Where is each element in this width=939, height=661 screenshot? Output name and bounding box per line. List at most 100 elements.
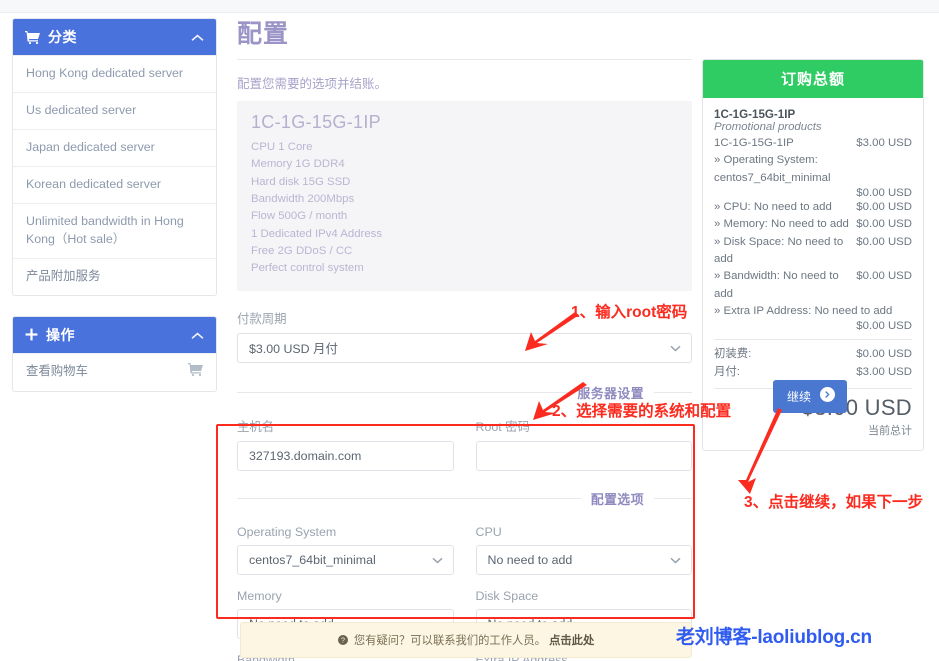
summary-line-label: » Memory: No need to add [714, 216, 855, 233]
cpu-value: No need to add [488, 553, 573, 567]
summary-line-amount: $0.00 USD [856, 216, 912, 233]
order-summary-header: 订购总额 [703, 60, 923, 98]
page-title: 配置 [237, 14, 692, 60]
cpu-label: CPU [476, 525, 693, 539]
product-spec-memory: Memory 1G DDR4 [251, 156, 678, 173]
divider-line-right [654, 498, 692, 499]
root-password-group: Root 密码 [476, 417, 693, 471]
summary-line-memory: » Memory: No need to add $0.00 USD [714, 216, 912, 233]
categories-panel-header[interactable]: 分类 [13, 19, 216, 55]
sidebar-item-view-cart[interactable]: 查看购物车 [13, 353, 216, 391]
product-spec-cpu: CPU 1 Core [251, 139, 678, 156]
support-footnote-link[interactable]: 点击此处 [549, 635, 594, 647]
chevron-up-icon[interactable] [191, 29, 204, 45]
summary-line-bandwidth: » Bandwidth: No need to add $0.00 USD [714, 268, 912, 303]
config-options-divider: 配置选项 [237, 491, 692, 507]
config-row-1: Operating System centos7_64bit_minimal C… [237, 525, 692, 575]
config-options-divider-label: 配置选项 [581, 489, 654, 508]
chevron-up-icon[interactable] [191, 327, 204, 343]
continue-button[interactable]: 继续 [773, 380, 847, 413]
operating-system-select[interactable]: centos7_64bit_minimal [237, 545, 454, 575]
summary-setup-fee-row: 初装费: $0.00 USD [714, 346, 912, 363]
sidebar-item-hk[interactable]: Hong Kong dedicated server [13, 55, 216, 92]
cpu-select[interactable]: No need to add [476, 545, 693, 575]
product-spec-control: Perfect control system [251, 260, 678, 277]
summary-line-label: » Bandwidth: No need to add [714, 268, 856, 303]
support-footnote-text: 您有疑问？可以联系我们的工作人员。 [354, 635, 546, 647]
summary-line-amount: $3.00 USD [856, 135, 912, 152]
arrow-right-circle-icon [820, 387, 835, 405]
sidebar-item-korean[interactable]: Korean dedicated server [13, 166, 216, 203]
summary-line-os: » Operating System: centos7_64bit_minima… [714, 152, 912, 199]
sidebar-item-unlimited-hk[interactable]: Unlimited bandwidth in Hong Kong（Hot sal… [13, 203, 216, 258]
summary-line-label: » Operating System: centos7_64bit_minima… [714, 152, 912, 187]
actions-panel-header[interactable]: 操作 [13, 317, 216, 353]
summary-line-cpu: » CPU: No need to add $0.00 USD [714, 199, 912, 216]
divider-line-left [237, 392, 568, 393]
product-spec-ddos: Free 2G DDoS / CC [251, 243, 678, 260]
summary-divider-1 [714, 339, 912, 340]
summary-line-base: 1C-1G-15G-1IP $3.00 USD [714, 135, 912, 152]
product-spec-disk: Hard disk 15G SSD [251, 174, 678, 191]
summary-line-extra-ip: » Extra IP Address: No need to add $0.00… [714, 303, 912, 332]
sidebar-item-japan[interactable]: Japan dedicated server [13, 129, 216, 166]
chevron-down-icon [670, 341, 681, 355]
server-settings-fields: 主机名 327193.domain.com Root 密码 [237, 417, 692, 471]
sidebar-item-us[interactable]: Us dedicated server [13, 92, 216, 129]
annotation-step-2: 2、选择需要的系统和配置 [552, 399, 731, 421]
summary-total-caption: 当前总计 [714, 422, 912, 438]
main-content: 配置 配置您需要的选项并结账。 1C-1G-15G-1IP CPU 1 Core… [237, 14, 692, 661]
sidebar-item-label: Unlimited bandwidth in Hong Kong（Hot sal… [26, 213, 203, 249]
product-spec-flow: Flow 500G / month [251, 208, 678, 225]
categories-panel-title: 分类 [48, 27, 191, 47]
billing-cycle-select[interactable]: $3.00 USD 月付 [237, 333, 692, 363]
summary-monthly-amount: $3.00 USD [856, 364, 912, 381]
memory-label: Memory [237, 589, 454, 603]
cart-icon [188, 363, 203, 382]
sidebar-item-label: Hong Kong dedicated server [26, 65, 183, 83]
chevron-down-icon [670, 553, 681, 567]
summary-product-name: 1C-1G-15G-1IP [714, 108, 912, 121]
summary-line-amount: $0.00 USD [856, 268, 912, 285]
summary-monthly-label: 月付: [714, 364, 746, 381]
hostname-input[interactable]: 327193.domain.com [237, 441, 454, 471]
divider-line-left [237, 498, 581, 499]
summary-setup-fee-amount: $0.00 USD [856, 346, 912, 363]
billing-cycle-value: $3.00 USD 月付 [249, 339, 338, 357]
operating-system-label: Operating System [237, 525, 454, 539]
hostname-group: 主机名 327193.domain.com [237, 417, 454, 471]
disk-space-label: Disk Space [476, 589, 693, 603]
summary-line-label: » CPU: No need to add [714, 199, 838, 216]
product-name: 1C-1G-15G-1IP [251, 112, 678, 133]
summary-setup-fee-label: 初装费: [714, 346, 757, 363]
hostname-value: 327193.domain.com [249, 449, 361, 463]
support-footnote: ? 您有疑问？可以联系我们的工作人员。 点击此处 [240, 622, 692, 658]
sidebar-item-label: 产品附加服务 [26, 268, 100, 286]
actions-panel-title: 操作 [46, 325, 191, 345]
summary-line-amount: $0.00 USD [714, 187, 912, 199]
sidebar-item-label: Korean dedicated server [26, 176, 161, 194]
summary-line-label: » Extra IP Address: No need to add [714, 303, 912, 320]
divider-line-right [654, 392, 692, 393]
sidebar-item-addon-services[interactable]: 产品附加服务 [13, 258, 216, 295]
sidebar-panel-categories: 分类 Hong Kong dedicated server Us dedicat… [12, 18, 217, 296]
summary-line-amount: $0.00 USD [856, 199, 912, 216]
hostname-label: 主机名 [237, 417, 454, 435]
sidebar-item-label: Us dedicated server [26, 102, 136, 120]
cpu-group: CPU No need to add [476, 525, 693, 575]
root-password-input[interactable] [476, 441, 693, 471]
annotation-step-3: 3、点击继续，如果下一步 [744, 490, 923, 512]
summary-line-amount: $0.00 USD [714, 320, 912, 332]
question-circle-icon: ? [338, 635, 351, 647]
sidebar-panel-actions: 操作 查看购物车 [12, 316, 217, 392]
sidebar-item-label: Japan dedicated server [26, 139, 155, 157]
sidebar: 分类 Hong Kong dedicated server Us dedicat… [12, 18, 217, 412]
plus-icon [25, 328, 38, 341]
cart-icon [25, 31, 40, 44]
svg-text:?: ? [341, 637, 345, 645]
product-spec-ipv4: 1 Dedicated IPv4 Address [251, 226, 678, 243]
annotation-step-1: 1、输入root密码 [571, 300, 687, 322]
page-lead-text: 配置您需要的选项并结账。 [237, 73, 692, 92]
operating-system-group: Operating System centos7_64bit_minimal [237, 525, 454, 575]
product-summary-box: 1C-1G-15G-1IP CPU 1 Core Memory 1G DDR4 … [237, 101, 692, 291]
